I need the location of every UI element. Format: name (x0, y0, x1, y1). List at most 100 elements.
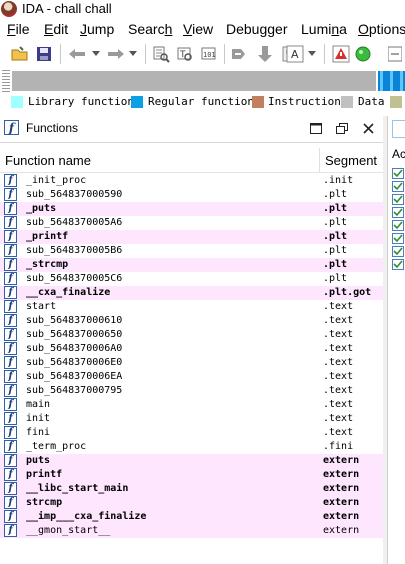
navband-grip[interactable] (2, 70, 10, 92)
function-row[interactable]: f init .text (0, 412, 383, 426)
function-name: sub_564837000610 (26, 315, 123, 326)
function-row[interactable]: f _term_proc .fini (0, 440, 383, 454)
function-name: sub_564837000590 (26, 189, 123, 200)
function-row[interactable]: f sub_5648370006EA .text (0, 370, 383, 384)
function-row[interactable]: f start .text (0, 300, 383, 314)
function-row-icon: f (4, 202, 17, 215)
function-segment: .text (323, 371, 354, 382)
function-row[interactable]: f _strcmp .plt (0, 258, 383, 272)
code-flow-icon[interactable] (228, 44, 250, 64)
function-segment: extern (323, 497, 360, 508)
function-row[interactable]: f sub_5648370005B6 .plt (0, 244, 383, 258)
function-row[interactable]: f sub_564837000590 .plt (0, 188, 383, 202)
menu-edit[interactable]: Edit (44, 21, 68, 37)
function-segment: .fini (323, 441, 354, 452)
function-row[interactable]: f printf extern (0, 468, 383, 482)
function-row[interactable]: f sub_564837000610 .text (0, 314, 383, 328)
column-segment[interactable]: Segment (325, 153, 377, 168)
maximize-panel-icon[interactable] (308, 120, 324, 136)
checklist-icon[interactable] (392, 193, 404, 205)
function-row[interactable]: f sub_5648370005A6 .plt (0, 216, 383, 230)
function-name: _puts (26, 203, 57, 214)
function-row-icon: f (4, 258, 17, 271)
checklist-icon[interactable] (392, 245, 404, 257)
navigation-band[interactable] (0, 68, 405, 94)
menu-view[interactable]: View (183, 21, 213, 37)
function-row[interactable]: f _init_proc .init (0, 174, 383, 188)
function-row[interactable]: f sub_5648370006A0 .text (0, 342, 383, 356)
checklist-icon[interactable] (392, 180, 404, 192)
checklist-icon[interactable] (392, 219, 404, 231)
text-format-icon[interactable]: A (285, 44, 305, 64)
function-name: __libc_start_main (26, 483, 129, 494)
navband-overview[interactable] (12, 71, 376, 91)
menu-jump[interactable]: Jump (80, 21, 114, 37)
function-row[interactable]: f __imp___cxa_finalize extern (0, 510, 383, 524)
function-row-icon: f (4, 468, 17, 481)
right-panel: Ac (387, 116, 405, 564)
function-row-icon: f (4, 342, 17, 355)
save-icon[interactable] (34, 44, 54, 64)
function-row-icon: f (4, 314, 17, 327)
checklist-icon[interactable] (392, 258, 404, 270)
checklist-icon[interactable] (392, 206, 404, 218)
function-segment: .plt (323, 203, 348, 214)
function-icon: f (4, 120, 19, 135)
function-row[interactable]: f strcmp extern (0, 496, 383, 510)
function-row[interactable]: f sub_564837000650 .text (0, 328, 383, 342)
search-immediate-icon[interactable]: 101 (198, 44, 220, 64)
function-row[interactable]: f __libc_start_main extern (0, 482, 383, 496)
function-row[interactable]: f __cxa_finalize .plt.got (0, 286, 383, 300)
close-panel-icon[interactable] (360, 120, 376, 136)
functions-list: f _init_proc .init f sub_564837000590 .plt f _p… (0, 174, 383, 538)
title-bar: IDA - chall chall (0, 0, 405, 18)
function-row[interactable]: f _puts .plt (0, 202, 383, 216)
checklist-icon[interactable] (392, 167, 404, 179)
function-name: sub_5648370005B6 (26, 245, 123, 256)
legend-swatch-instruction (252, 96, 264, 108)
function-row[interactable]: f main .text (0, 398, 383, 412)
function-name: _init_proc (26, 175, 87, 186)
function-name: printf (26, 469, 63, 480)
function-segment: .text (323, 343, 354, 354)
function-row[interactable]: f puts extern (0, 454, 383, 468)
forward-arrow-icon[interactable] (105, 44, 127, 64)
search-binary-icon[interactable] (150, 44, 172, 64)
back-arrow-icon[interactable] (66, 44, 88, 64)
function-row[interactable]: f sub_5648370006E0 .text (0, 356, 383, 370)
column-function-name[interactable]: Function name (5, 153, 91, 168)
svg-text:101: 101 (203, 51, 216, 59)
search-text-icon[interactable]: T (174, 44, 196, 64)
checklist-icon[interactable] (392, 232, 404, 244)
menu-lumina[interactable]: Lumina (301, 21, 347, 37)
functions-panel-title: Functions (26, 121, 79, 135)
right-panel-tab[interactable] (392, 120, 405, 138)
function-segment: extern (323, 455, 360, 466)
float-panel-icon[interactable] (334, 120, 350, 136)
run-start-icon[interactable] (353, 44, 373, 64)
function-name: __gmon_start__ (26, 525, 111, 536)
back-dropdown-chevron-icon[interactable] (90, 44, 102, 64)
function-row[interactable]: f sub_564837000795 .text (0, 384, 383, 398)
text-format-dropdown-chevron-icon[interactable] (306, 44, 318, 64)
menu-search[interactable]: Search (128, 21, 172, 37)
function-name: __imp___cxa_finalize (26, 511, 147, 522)
functions-panel: f Functions Function name Segment f _init… (0, 116, 383, 564)
open-folder-icon[interactable] (10, 44, 30, 64)
breakpoint-warning-icon[interactable] (331, 44, 351, 64)
menu-file[interactable]: File (7, 21, 30, 37)
function-row[interactable]: f _printf .plt (0, 230, 383, 244)
function-row[interactable]: f sub_5648370005C6 .plt (0, 272, 383, 286)
function-row[interactable]: f fini .text (0, 426, 383, 440)
menu-options[interactable]: Options (358, 21, 405, 37)
toolbar-overflow-icon[interactable] (385, 44, 405, 64)
menu-debugger[interactable]: Debugger (226, 21, 288, 37)
down-arrow-icon[interactable] (254, 44, 276, 64)
function-row[interactable]: f __gmon_start__ extern (0, 524, 383, 538)
forward-dropdown-chevron-icon[interactable] (127, 44, 139, 64)
function-name: init (26, 413, 51, 424)
function-segment: .text (323, 413, 354, 424)
function-name: sub_564837000650 (26, 329, 123, 340)
function-row-icon: f (4, 440, 17, 453)
navband-code-region[interactable] (378, 71, 405, 91)
